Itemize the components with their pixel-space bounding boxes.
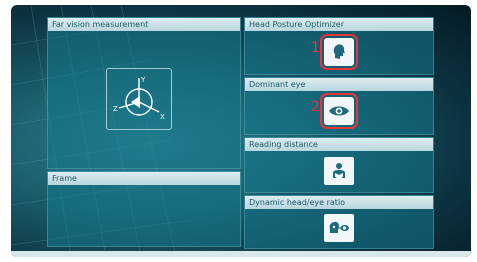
bottom-bar [11, 251, 471, 257]
reading-distance-panel: Reading distance [244, 137, 434, 193]
axes-icon: Y X Z [113, 76, 165, 121]
reading-person-icon [333, 163, 345, 179]
reading-distance-header: Reading distance [245, 138, 433, 151]
app-window: Far vision measurement Y X Z Frame Head … [11, 5, 471, 257]
axes-display[interactable]: Y X Z [106, 68, 172, 130]
head-eye-ratio-panel: Dynamic head/eye ratio [244, 195, 434, 249]
frame-panel: Frame [47, 171, 241, 247]
far-vision-panel: Far vision measurement Y X Z [47, 17, 241, 169]
eye-icon [329, 106, 349, 116]
frame-header: Frame [48, 172, 240, 185]
head-eye-icon [329, 221, 349, 233]
axis-z-label: Z [113, 105, 118, 113]
marker-2: 2 [311, 99, 320, 115]
head-posture-panel: Head Posture Optimizer 1 [244, 17, 434, 75]
head-icon [333, 44, 345, 59]
dominant-eye-button[interactable] [320, 93, 358, 129]
axis-y-label: Y [140, 76, 146, 84]
head-posture-button[interactable] [320, 34, 358, 70]
dominant-eye-header: Dominant eye [245, 78, 433, 91]
head-eye-ratio-header: Dynamic head/eye ratio [245, 196, 433, 209]
head-posture-header: Head Posture Optimizer [245, 18, 433, 31]
dominant-eye-panel: Dominant eye 2 [244, 77, 434, 135]
axis-x-label: X [160, 113, 165, 121]
marker-1: 1 [311, 40, 320, 56]
reading-distance-button[interactable] [324, 157, 354, 185]
head-eye-ratio-button[interactable] [324, 214, 354, 242]
far-vision-header: Far vision measurement [48, 18, 240, 31]
